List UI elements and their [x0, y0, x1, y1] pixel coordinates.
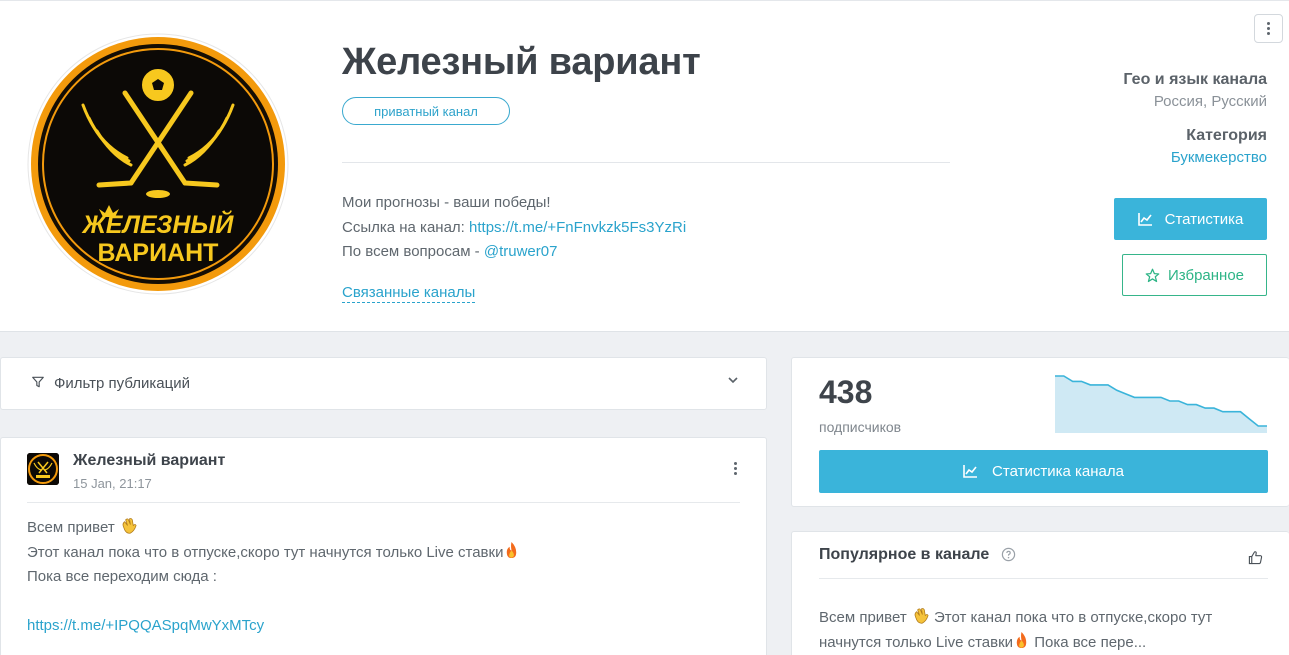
filter-icon [32, 376, 44, 388]
popular-text: Всем привет [819, 609, 911, 626]
subscribers-card: 438 подписчиков Статистика канала [791, 357, 1289, 507]
subscriber-count: 438 [819, 374, 873, 410]
divider [819, 578, 1268, 579]
thumbs-up-icon[interactable] [1248, 550, 1263, 565]
more-vertical-icon [1267, 22, 1270, 35]
popular-card: Популярное в канале Всем привет Этот кан… [791, 531, 1289, 655]
post-link[interactable]: https://t.me/+IPQQASpqMwYxMTcy [27, 614, 520, 639]
star-icon [1145, 268, 1160, 282]
post-body: Всем привет Этот канал пока что в отпуск… [27, 516, 520, 639]
fire-emoji [507, 541, 517, 558]
category-link[interactable]: Букмекерство [1123, 149, 1267, 166]
chevron-down-icon[interactable] [727, 374, 739, 386]
post-author-avatar[interactable] [27, 453, 59, 485]
post-author-name[interactable]: Железный вариант [73, 452, 225, 470]
related-channels-link[interactable]: Связанные каналы [342, 284, 476, 303]
post-text: Всем привет [27, 519, 119, 536]
channel-link[interactable]: https://t.me/+FnFnvkzk5Fs3YzRi [469, 219, 686, 236]
description-text: По всем вопросам - [342, 243, 484, 260]
divider [342, 162, 950, 163]
question-circle-icon[interactable] [1001, 547, 1016, 562]
description-line: По всем вопросам - @truwer07 [342, 240, 686, 265]
waving-hand-emoji [914, 608, 929, 624]
popular-post-preview[interactable]: Всем привет Этот канал пока что в отпуск… [819, 606, 1259, 655]
more-options-button[interactable] [1254, 14, 1283, 43]
statistics-button-label: Статистика [1164, 210, 1244, 228]
geo-label: Гео и язык канала [1123, 71, 1267, 88]
channel-description: Мои прогнозы - ваши победы! Ссылка на ка… [342, 191, 686, 265]
post-line: Пока все переходим сюда : [27, 568, 217, 585]
private-channel-badge: приватный канал [342, 97, 510, 125]
popular-title: Популярное в канале [819, 546, 990, 563]
channel-statistics-button[interactable]: Статистика канала [819, 450, 1268, 493]
waving-hand-emoji [122, 518, 137, 534]
description-line: Мои прогнозы - ваши победы! [342, 194, 551, 211]
sparkline-area [1055, 376, 1267, 433]
post-card: Железный вариант 15 Jan, 21:17 Всем прив… [0, 437, 767, 655]
page-title: Железный вариант [342, 41, 701, 83]
category-label: Категория [1186, 127, 1267, 144]
post-line: Всем привет [27, 516, 520, 541]
subscriber-label: подписчиков [819, 419, 902, 435]
more-vertical-icon[interactable] [734, 462, 737, 475]
divider [27, 502, 740, 503]
publication-filter[interactable]: Фильтр публикаций [0, 357, 767, 410]
statistics-button[interactable]: Статистика [1114, 198, 1267, 240]
channel-meta: Гео и язык канала Россия, Русский Катего… [1123, 71, 1267, 166]
fire-emoji [1016, 631, 1027, 648]
chart-line-icon [963, 465, 978, 478]
logo-line1: ЖЕЛЕЗНЫЙ [81, 209, 235, 239]
subscriber-sparkline [1055, 375, 1267, 433]
popular-text: Пока все пере... [1030, 633, 1147, 651]
channel-statistics-label: Статистика канала [992, 463, 1124, 480]
post-date: 15 Jan, 21:17 [73, 476, 152, 491]
description-line: Ссылка на канал: https://t.me/+FnFnvkzk5… [342, 216, 686, 241]
favorite-button-label: Избранное [1167, 266, 1245, 284]
contact-link[interactable]: @truwer07 [484, 243, 558, 260]
geo-value: Россия, Русский [1153, 93, 1267, 110]
favorite-button[interactable]: Избранное [1122, 254, 1267, 296]
description-text: Ссылка на канал: [342, 218, 470, 236]
channel-header: ЖЕЛЕЗНЫЙ ВАРИАНТ Железный вариант приват… [0, 0, 1289, 332]
channel-avatar: ЖЕЛЕЗНЫЙ ВАРИАНТ [27, 33, 289, 295]
post-line: Этот канал пока что в отпуске,скоро тут … [27, 541, 520, 566]
post-text: Этот канал пока что в отпуске,скоро тут … [27, 543, 504, 561]
chart-line-icon [1137, 212, 1152, 226]
logo-line2: ВАРИАНТ [98, 239, 219, 267]
filter-label: Фильтр публикаций [54, 375, 190, 392]
